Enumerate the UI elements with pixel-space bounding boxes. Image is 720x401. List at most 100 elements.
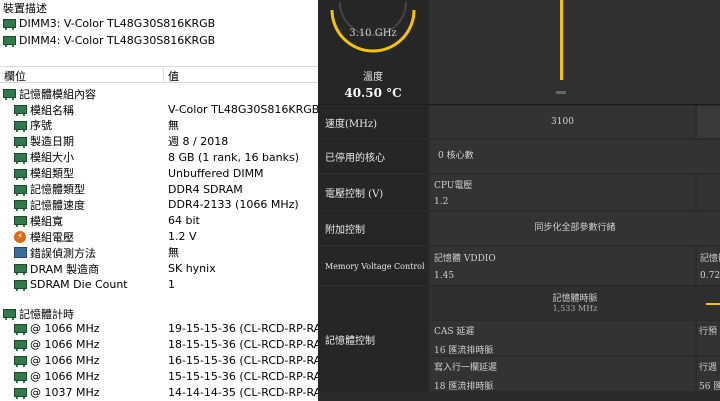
property-label: 序號	[30, 119, 52, 133]
vddio-label: 記憶體 VDDIO	[434, 254, 496, 264]
ram-icon	[14, 136, 27, 148]
property-label: 錯誤偵測方法	[30, 246, 96, 260]
property-value: 18-15-15-36 (CL-RCD-RP-RAS) / 5	[168, 337, 318, 351]
ram-icon	[14, 339, 27, 351]
disabled-cores-value[interactable]: 0 核心數	[430, 140, 720, 173]
timing-row[interactable]: @ 1066 MHz 18-15-15-36 (CL-RCD-RP-RAS) / …	[0, 337, 318, 352]
timing-row[interactable]: @ 1066 MHz 19-15-15-36 (CL-RCD-RP-RAS) / …	[0, 321, 318, 336]
cas-latency-value: 16 匯流排時脈	[434, 346, 494, 356]
property-label: 模組寬	[30, 214, 63, 228]
ram-icon	[3, 19, 16, 30]
ram-icon	[14, 168, 27, 180]
ram-icon	[14, 279, 27, 291]
device-item-dimm3[interactable]: DIMM3: V-Color TL48G30S816KRGB	[3, 16, 215, 31]
memory-clock-cell[interactable]: 記憶體時脈 1,533 MHz	[430, 287, 720, 319]
property-label: 模組類型	[30, 167, 74, 181]
write-delay-cell[interactable]: 寫入行一欄延遲 18 匯流排時脈	[430, 357, 695, 392]
property-row[interactable]: 製造日期 週 8 / 2018	[0, 134, 318, 149]
ram-icon	[14, 184, 27, 196]
temperature-label: 溫度	[363, 72, 383, 83]
vddio-value: 1.45	[434, 271, 455, 281]
property-label: @ 1066 MHz	[30, 353, 100, 367]
ram-icon	[3, 309, 16, 320]
property-row[interactable]: 錯誤偵測方法 無	[0, 245, 318, 260]
row-cycle-label: 行週	[699, 363, 718, 373]
speed-value[interactable]: 3100	[430, 106, 695, 138]
property-row[interactable]: 記憶體速度 DDR4-2133 (1066 MHz)	[0, 197, 318, 212]
device-label: DIMM3: V-Color TL48G30S816KRGB	[19, 17, 216, 30]
section-label: 記憶體計時	[19, 307, 74, 321]
property-label: 模組大小	[30, 151, 74, 165]
ram-icon	[3, 36, 16, 47]
property-value: 15-15-15-36 (CL-RCD-RP-RAS) / 5	[168, 369, 318, 383]
speed-extra-cell	[697, 106, 720, 138]
row-cycle-cell[interactable]: 行週 56 匯	[697, 357, 720, 391]
memory-vref-cell[interactable]: 記憶體 0.725	[697, 247, 720, 285]
memory-vref-value: 0.725	[700, 271, 720, 281]
property-value: 14-14-14-35 (CL-RCD-RP-RAS) / 4	[168, 385, 318, 399]
frequency-slider-track[interactable]	[560, 0, 563, 80]
disabled-cores-label: 已停用的核心	[318, 140, 428, 173]
memory-vref-label: 記憶體	[700, 254, 720, 264]
property-label: DRAM 製造商	[30, 262, 100, 276]
temperature-value: 40.50 °C	[344, 86, 402, 100]
memory-clock-value: 1,533 MHz	[552, 304, 598, 313]
property-label: @ 1037 MHz	[30, 385, 100, 399]
property-row[interactable]: 模組名稱 V-Color TL48G30S816KRGB	[0, 102, 318, 117]
cas-latency-cell[interactable]: CAS 延遲 16 匯流排時脈	[430, 321, 695, 356]
section-label: 記憶體模組內容	[19, 87, 96, 101]
property-value: 週 8 / 2018	[168, 134, 229, 148]
ram-icon	[14, 355, 27, 367]
cpu-voltage-cell[interactable]: CPU電壓 1.2	[430, 175, 695, 210]
timing-row[interactable]: @ 1066 MHz 15-15-15-36 (CL-RCD-RP-RAS) / …	[0, 369, 318, 384]
property-value: V-Color TL48G30S816KRGB	[168, 103, 318, 116]
gauge-value: 3.10 GHz	[349, 28, 397, 39]
memory-clock-label: 記憶體時脈	[552, 294, 598, 304]
property-row[interactable]: 模組寬 64 bit	[0, 213, 318, 228]
property-value: 8 GB (1 rank, 16 banks)	[168, 150, 300, 164]
column-field[interactable]: 欄位	[4, 68, 26, 84]
column-divider[interactable]	[163, 67, 164, 82]
property-value: 19-15-15-36 (CL-RCD-RP-RAS) / 5	[168, 322, 318, 335]
ram-icon	[14, 152, 27, 164]
row-precharge-cell[interactable]: 行預	[697, 321, 720, 355]
property-row[interactable]: 模組大小 8 GB (1 rank, 16 banks)	[0, 150, 318, 165]
device-item-dimm4[interactable]: DIMM4: V-Color TL48G30S816KRGB	[3, 33, 215, 48]
property-row[interactable]: SDRAM Die Count 1	[0, 277, 318, 292]
timing-row[interactable]: @ 1066 MHz 16-15-15-36 (CL-RCD-RP-RAS) / …	[0, 353, 318, 368]
sync-all-threads-toggle[interactable]: 同步化全部參數行緒	[430, 212, 720, 245]
ram-icon	[14, 264, 27, 275]
ram-icon	[14, 324, 27, 335]
cas-latency-label: CAS 延遲	[434, 327, 475, 337]
write-delay-value: 18 匯流排時脈	[434, 382, 494, 392]
vddio-cell[interactable]: 記憶體 VDDIO 1.45	[430, 247, 695, 285]
property-label: 記憶體類型	[30, 183, 85, 196]
property-row[interactable]: 記憶體類型 DDR4 SDRAM	[0, 182, 318, 197]
write-delay-label: 寫入行一欄延遲	[434, 363, 498, 373]
row-cycle-value: 56 匯	[699, 382, 720, 391]
property-row[interactable]: 序號 無	[0, 118, 318, 133]
ram-icon	[14, 200, 27, 212]
property-label: 模組名稱	[30, 103, 74, 117]
property-label: 製造日期	[30, 135, 74, 149]
property-value: 無	[168, 118, 179, 132]
voltage-control-label: 電壓控制 (V)	[318, 175, 428, 210]
property-value: DDR4-2133 (1066 MHz)	[168, 198, 299, 212]
property-row[interactable]: ⚡ 模組電壓 1.2 V	[0, 229, 318, 244]
memory-clock-slider[interactable]	[706, 303, 720, 305]
property-row[interactable]: DRAM 製造商 SK hynix	[0, 261, 318, 276]
section-memory-module: 記憶體模組內容	[0, 86, 318, 101]
timing-row[interactable]: @ 1037 MHz 14-14-14-35 (CL-RCD-RP-RAS) / …	[0, 385, 318, 400]
device-properties-panel: 裝置描述 DIMM3: V-Color TL48G30S816KRGB DIMM…	[0, 0, 318, 401]
column-value[interactable]: 值	[168, 68, 179, 84]
property-value: 無	[168, 246, 179, 260]
property-row[interactable]: 模組類型 Unbuffered DIMM	[0, 166, 318, 181]
ram-icon	[14, 371, 27, 383]
property-value: 1.2 V	[168, 230, 197, 244]
property-label: @ 1066 MHz	[30, 369, 100, 383]
ram-icon	[14, 387, 27, 399]
frequency-slider-area	[430, 0, 720, 104]
property-value: SK hynix	[168, 262, 216, 275]
property-label: @ 1066 MHz	[30, 322, 100, 335]
slider-handle[interactable]	[556, 91, 566, 94]
